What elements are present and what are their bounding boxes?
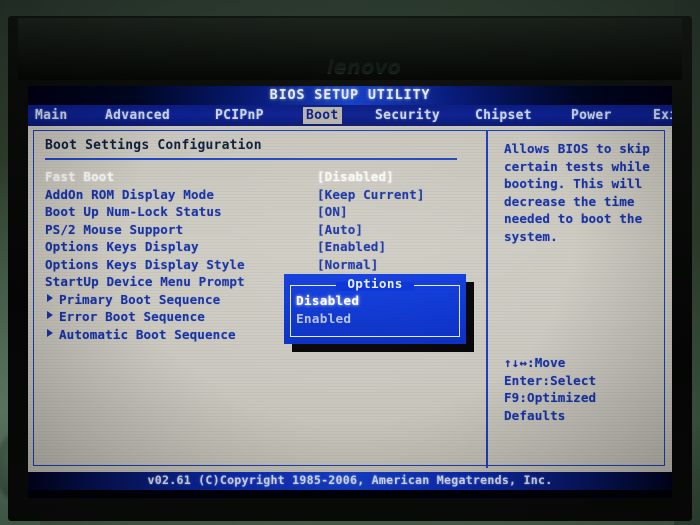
setting-value[interactable]: [ON] [317,204,348,219]
setting-row[interactable]: Fast Boot [Disabled] [45,169,482,187]
page-title: Boot Settings Configuration [45,138,262,153]
bios-screen: BIOS SETUP UTILITY Main Advanced PCIPnP Boo… [28,86,672,498]
popup-title: Options [347,276,403,291]
photo-of-monitor: lenovo BIOS SETUP UTILITY Main Advanced PC… [0,0,700,525]
setting-row[interactable]: AddOn ROM Display Mode [Keep Current] [45,187,482,205]
setting-row[interactable]: PS/2 Mouse Support [Auto] [45,222,482,240]
tab-chipset[interactable]: Chipset [472,107,535,124]
tab-exit[interactable]: Exit [650,107,672,124]
copyright-text: v02.61 (C)Copyright 1985-2006, American … [147,473,553,487]
setting-row[interactable]: Options Keys Display Style [Normal] [45,257,482,275]
tab-power[interactable]: Power [568,107,615,124]
title-underline [45,158,457,160]
setting-label: StartUp Device Menu Prompt [45,274,245,289]
key-legend: ↑↓↔:Move Enter:Select F9:Optimized Defau… [504,355,597,423]
setting-label: PS/2 Mouse Support [45,221,184,237]
panel-divider [486,130,488,468]
setting-label: Options Keys Display [45,239,199,254]
chevron-right-icon [47,293,53,302]
setting-label: Boot Up Num-Lock Status [45,204,222,219]
setting-label: AddOn ROM Display Mode [45,186,215,202]
setting-label-text: Automatic Boot Sequence [59,326,236,342]
popup-option-list[interactable]: Disabled Enabled [296,293,359,329]
setting-row[interactable]: Boot Up Num-Lock Status [ON] [45,204,482,222]
bios-title: BIOS SETUP UTILITY [269,87,431,103]
bios-footer: v02.61 (C)Copyright 1985-2006, American … [28,472,672,490]
setting-value[interactable]: [Disabled] [317,169,394,184]
tab-advanced[interactable]: Advanced [102,107,173,124]
setting-row[interactable]: Options Keys Display [Enabled] [45,239,482,257]
tab-main[interactable]: Main [32,107,71,124]
bios-body: Boot Settings Configuration Fast Boot [Di… [28,126,672,472]
tab-pcipnp[interactable]: PCIPnP [212,107,267,124]
lenovo-logo: lenovo [326,56,402,78]
help-text: Allows BIOS to skip certain tests while … [504,141,650,244]
popup-option-disabled[interactable]: Disabled [296,293,359,311]
chevron-right-icon [47,311,53,319]
bios-title-bar: BIOS SETUP UTILITY [28,86,672,105]
chevron-right-icon [47,328,53,337]
tab-boot[interactable]: Boot [303,107,342,124]
options-popup[interactable]: Options Disabled Enabled [284,274,466,344]
setting-label-text: Primary Boot Sequence [59,291,221,307]
setting-value[interactable]: [Enabled] [317,239,386,254]
setting-label: Fast Boot [45,169,115,184]
setting-value[interactable]: [Auto] [317,222,363,237]
bios-menu-bar[interactable]: Main Advanced PCIPnP Boot Security Chipset Pow… [28,105,672,126]
help-pane: Allows BIOS to skip certain tests while … [498,136,662,462]
setting-label-text: Error Boot Sequence [59,309,205,324]
setting-value[interactable]: [Normal] [317,257,378,272]
popup-option-enabled[interactable]: Enabled [296,311,359,329]
screen-bottom-edge [28,490,672,498]
setting-label: Options Keys Display Style [45,256,245,272]
setting-value[interactable]: [Keep Current] [317,187,425,202]
tab-security[interactable]: Security [372,107,443,124]
